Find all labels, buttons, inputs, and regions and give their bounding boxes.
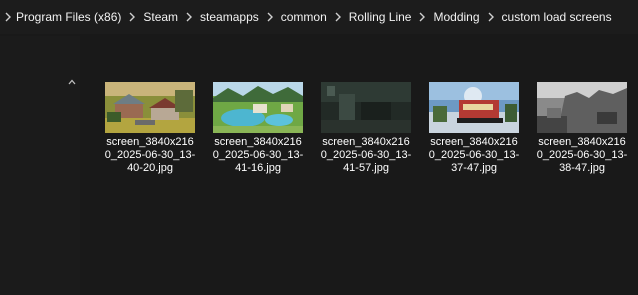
breadcrumb-item-program-files[interactable]: Program Files (x86) (14, 0, 123, 34)
file-name-line: 41-57.jpg (343, 162, 389, 174)
chevron-right-icon[interactable] (261, 0, 279, 34)
file-item[interactable]: screen_3840x216 0_2025-06-30_13- 41-16.j… (204, 82, 312, 175)
chevron-right-icon[interactable] (180, 0, 198, 34)
file-name-line: 0_2025-06-30_13- (536, 149, 628, 161)
file-name-line: 40-20.jpg (127, 162, 173, 174)
breadcrumb-item-modding[interactable]: Modding (431, 0, 481, 34)
chevron-right-icon[interactable] (413, 0, 431, 34)
file-item[interactable]: screen_3840x216 0_2025-06-30_13- 37-47.j… (420, 82, 528, 175)
file-name-line: 37-47.jpg (451, 162, 497, 174)
file-name-line: 0_2025-06-30_13- (212, 149, 304, 161)
file-name: screen_3840x216 0_2025-06-30_13- 38-47.j… (532, 136, 632, 175)
breadcrumb-item-steamapps[interactable]: steamapps (198, 0, 261, 34)
thumbnail-image (321, 82, 411, 133)
chevron-right-icon[interactable] (482, 0, 500, 34)
file-name-line: 0_2025-06-30_13- (428, 149, 520, 161)
file-name-line: screen_3840x216 (322, 136, 410, 148)
thumbnail-image (537, 82, 627, 133)
breadcrumb-item-custom-load-screens[interactable]: custom load screens (500, 0, 614, 34)
file-name-line: 38-47.jpg (559, 162, 605, 174)
breadcrumb-item-rolling-line[interactable]: Rolling Line (347, 0, 414, 34)
file-name-line: 0_2025-06-30_13- (320, 149, 412, 161)
file-name-line: screen_3840x216 (214, 136, 302, 148)
chevron-right-icon[interactable] (2, 0, 14, 34)
breadcrumb-item-steam[interactable]: Steam (141, 0, 180, 34)
chevron-right-icon[interactable] (329, 0, 347, 34)
file-item[interactable]: screen_3840x216 0_2025-06-30_13- 40-20.j… (96, 82, 204, 175)
file-name-line: 41-16.jpg (235, 162, 281, 174)
file-item[interactable]: screen_3840x216 0_2025-06-30_13- 38-47.j… (528, 82, 636, 175)
thumbnail-image (105, 82, 195, 133)
scroll-up-icon[interactable] (66, 76, 78, 88)
file-item[interactable]: screen_3840x216 0_2025-06-30_13- 41-57.j… (312, 82, 420, 175)
breadcrumb: Program Files (x86) Steam steamapps comm… (0, 0, 638, 34)
file-name: screen_3840x216 0_2025-06-30_13- 41-57.j… (316, 136, 416, 175)
navigation-pane[interactable] (0, 36, 80, 295)
file-name-line: screen_3840x216 (538, 136, 626, 148)
file-name-line: screen_3840x216 (106, 136, 194, 148)
file-name: screen_3840x216 0_2025-06-30_13- 37-47.j… (424, 136, 524, 175)
file-list-pane[interactable]: screen_3840x216 0_2025-06-30_13- 40-20.j… (80, 36, 638, 295)
thumbnail-image (429, 82, 519, 133)
breadcrumb-item-common[interactable]: common (279, 0, 329, 34)
file-name: screen_3840x216 0_2025-06-30_13- 41-16.j… (208, 136, 308, 175)
chevron-right-icon[interactable] (123, 0, 141, 34)
file-name: screen_3840x216 0_2025-06-30_13- 40-20.j… (100, 136, 200, 175)
file-name-line: 0_2025-06-30_13- (104, 149, 196, 161)
file-name-line: screen_3840x216 (430, 136, 518, 148)
thumbnail-image (213, 82, 303, 133)
